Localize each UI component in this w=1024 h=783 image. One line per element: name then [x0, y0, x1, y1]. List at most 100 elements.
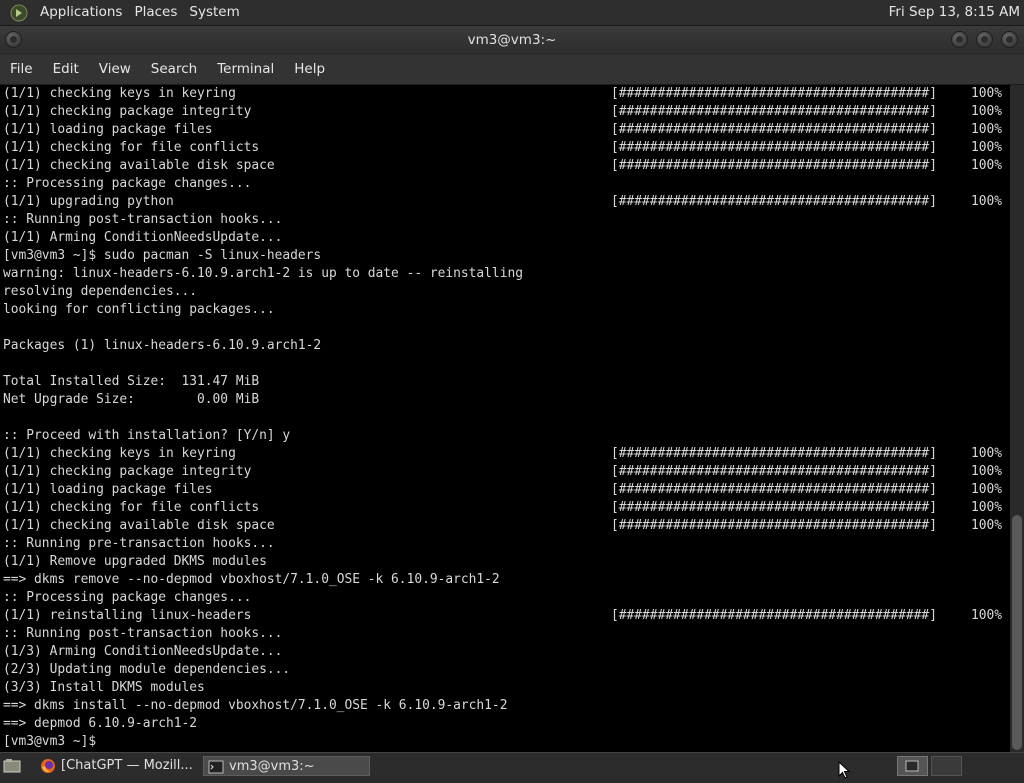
show-desktop-icon[interactable]	[3, 758, 21, 774]
terminal-line-text: ==> depmod 6.10.9-arch1-2	[3, 716, 198, 731]
progress-bar-text: [#######################################…	[611, 446, 937, 461]
menu-edit[interactable]: Edit	[43, 55, 89, 84]
progress-bar-text: [#######################################…	[611, 194, 937, 209]
progress-bar-text: [#######################################…	[611, 122, 937, 137]
terminal-line: Packages (1) linux-headers-6.10.9.arch1-…	[0, 337, 1010, 355]
terminal-line: :: Running post-transaction hooks...	[0, 211, 1010, 229]
applications-menu[interactable]: Applications	[34, 0, 128, 25]
window-title: vm3@vm3:~	[467, 32, 557, 48]
menu-search[interactable]: Search	[141, 55, 207, 84]
terminal-line-text: looking for conflicting packages...	[3, 302, 275, 317]
terminal-line-text: (1/1) checking keys in keyring	[3, 446, 236, 461]
terminal-line-text: (1/1) checking for file conflicts	[3, 140, 260, 155]
terminal-line-text: (2/3) Updating module dependencies...	[3, 662, 291, 677]
terminal-line-text: (3/3) Install DKMS modules	[3, 680, 205, 695]
progress-bar-text: [#######################################…	[611, 158, 937, 173]
taskbar-firefox-label: [ChatGPT — Mozill...	[61, 758, 193, 773]
terminal-line: ==> depmod 6.10.9-arch1-2	[0, 715, 1010, 733]
progress-percent: 100%	[970, 158, 1002, 173]
terminal-line: :: Running post-transaction hooks...	[0, 625, 1010, 643]
close-button[interactable]	[1001, 31, 1018, 48]
progress-percent: 100%	[970, 482, 1002, 497]
taskbar: [ChatGPT — Mozill... vm3@vm3:~	[0, 752, 1024, 779]
terminal-line: ==> dkms remove --no-depmod vboxhost/7.1…	[0, 571, 1010, 589]
terminal-line-text: [vm3@vm3 ~]$	[3, 734, 104, 749]
terminal-line: warning: linux-headers-6.10.9.arch1-2 is…	[0, 265, 1010, 283]
progress-bar-text: [#######################################…	[611, 482, 937, 497]
terminal-line-text: (1/1) checking keys in keyring	[3, 86, 236, 101]
terminal-line-text: :: Running post-transaction hooks...	[3, 212, 283, 227]
places-menu[interactable]: Places	[128, 0, 183, 25]
terminal-line-text: (1/1) checking available disk space	[3, 518, 275, 533]
progress-percent: 100%	[970, 500, 1002, 515]
terminal-icon	[208, 759, 224, 775]
terminal-line: :: Running pre-transaction hooks...	[0, 535, 1010, 553]
terminal-line-text: :: Proceed with installation? [Y/n] y	[3, 428, 291, 443]
progress-bar-text: [#######################################…	[611, 140, 937, 155]
terminal-output[interactable]: (1/1) checking keys in keyring [#########…	[0, 85, 1010, 752]
terminal-line: (1/1) loading package files [############…	[0, 121, 1010, 139]
terminal-line: (1/1) Arming ConditionNeedsUpdate...	[0, 229, 1010, 247]
terminal-line: :: Processing package changes...	[0, 175, 1010, 193]
progress-bar-text: [#######################################…	[611, 518, 937, 533]
window-titlebar[interactable]: vm3@vm3:~	[0, 26, 1024, 55]
top-panel: Applications Places System Fri Sep 13, 8…	[0, 0, 1024, 26]
terminal-line: looking for conflicting packages...	[0, 301, 1010, 319]
terminal-line: (1/1) checking for file conflicts [######…	[0, 139, 1010, 157]
terminal-line: (1/1) upgrading python [#################…	[0, 193, 1010, 211]
progress-bar-text: [#######################################…	[611, 608, 937, 623]
progress-percent: 100%	[970, 104, 1002, 119]
terminal-line-text: :: Running pre-transaction hooks...	[3, 536, 275, 551]
progress-percent: 100%	[970, 464, 1002, 479]
terminal-line-text: ==> dkms remove --no-depmod vboxhost/7.1…	[3, 572, 500, 587]
terminal-line-text: (1/1) loading package files	[3, 482, 213, 497]
terminal-line: (1/1) Remove upgraded DKMS modules	[0, 553, 1010, 571]
terminal-line-text: (1/1) reinstalling linux-headers	[3, 608, 252, 623]
system-menu[interactable]: System	[183, 0, 245, 25]
terminal-line: (1/1) checking for file conflicts [######…	[0, 499, 1010, 517]
terminal-line: Total Installed Size: 131.47 MiB	[0, 373, 1010, 391]
terminal-line: (1/1) loading package files [############…	[0, 481, 1010, 499]
terminal-line: :: Processing package changes...	[0, 589, 1010, 607]
mouse-cursor-icon	[838, 760, 851, 783]
terminal-line: resolving dependencies...	[0, 283, 1010, 301]
terminal-line-text: [vm3@vm3 ~]$ sudo pacman -S linux-header…	[3, 248, 322, 263]
terminal-line-text: (1/1) Arming ConditionNeedsUpdate...	[3, 230, 283, 245]
terminal-line: (1/1) checking keys in keyring [#########…	[0, 445, 1010, 463]
firefox-icon	[40, 758, 56, 774]
terminal-line-text: :: Processing package changes...	[3, 176, 252, 191]
scrollbar-thumb[interactable]	[1012, 515, 1022, 750]
workspace-2[interactable]	[931, 756, 962, 776]
menu-view[interactable]: View	[89, 55, 141, 84]
terminal-line-text: :: Processing package changes...	[3, 590, 252, 605]
terminal-line-text: Total Installed Size: 131.47 MiB	[3, 374, 260, 389]
menu-file[interactable]: File	[0, 55, 43, 84]
terminal-scrollbar[interactable]	[1010, 85, 1024, 752]
terminal-line: [vm3@vm3 ~]$ sudo pacman -S linux-header…	[0, 247, 1010, 265]
terminal-line: (1/1) checking package integrity [#######…	[0, 463, 1010, 481]
taskbar-terminal-label: vm3@vm3:~	[229, 759, 315, 774]
maximize-button[interactable]	[976, 31, 993, 48]
menu-terminal[interactable]: Terminal	[207, 55, 284, 84]
terminal-line-text: Net Upgrade Size: 0.00 MiB	[3, 392, 260, 407]
taskbar-terminal[interactable]: vm3@vm3:~	[203, 756, 370, 776]
taskbar-firefox[interactable]: [ChatGPT — Mozill...	[36, 756, 198, 776]
terminal-line-text: (1/1) checking package integrity	[3, 104, 252, 119]
menubar: File Edit View Search Terminal Help	[0, 55, 1024, 85]
progress-bar-text: [#######################################…	[611, 86, 937, 101]
terminal-line-text: resolving dependencies...	[3, 284, 198, 299]
clock[interactable]: Fri Sep 13, 8:15 AM	[889, 0, 1020, 25]
workspace-1[interactable]	[897, 756, 928, 776]
terminal-line: (3/3) Install DKMS modules	[0, 679, 1010, 697]
menu-help[interactable]: Help	[284, 55, 335, 84]
progress-percent: 100%	[970, 122, 1002, 137]
progress-bar-text: [#######################################…	[611, 104, 937, 119]
terminal-line: (1/1) checking keys in keyring [#########…	[0, 85, 1010, 103]
terminal-line: (1/1) checking available disk space [####…	[0, 517, 1010, 535]
gnome-foot-icon[interactable]	[9, 3, 29, 23]
minimize-button[interactable]	[951, 31, 968, 48]
terminal-line-text: (1/1) upgrading python	[3, 194, 174, 209]
terminal-line-text: (1/1) loading package files	[3, 122, 213, 137]
